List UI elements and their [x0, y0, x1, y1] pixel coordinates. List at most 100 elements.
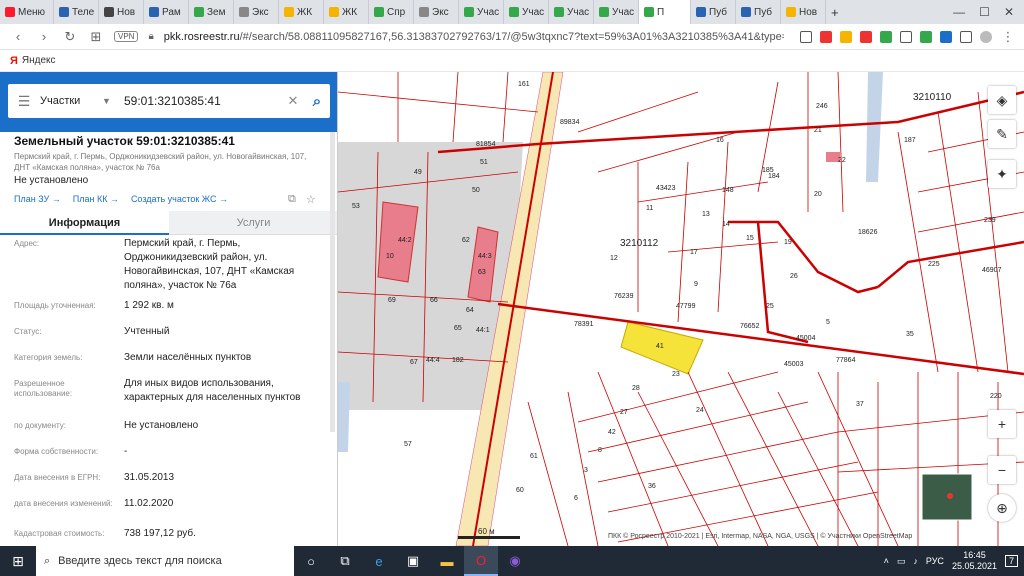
cube-icon[interactable] — [900, 30, 912, 43]
green-ext-icon-2[interactable] — [920, 30, 932, 43]
forward-icon[interactable]: › — [36, 29, 52, 44]
taskbar-search-input[interactable]: Введите здесь текст для поиска — [58, 555, 222, 567]
browser-tab[interactable]: ЖК — [279, 0, 324, 24]
browser-tab[interactable]: Пуб — [736, 0, 781, 24]
opera-icon[interactable]: O — [464, 546, 498, 576]
browser-tab[interactable]: Учас — [459, 0, 504, 24]
parcel-label: 44:4 — [426, 357, 440, 364]
parcel-label: 18626 — [858, 229, 878, 236]
tab-favicon-icon — [104, 7, 114, 17]
parcel-label: 246 — [816, 103, 828, 110]
browser-tab[interactable]: Учас — [549, 0, 594, 24]
red-ext-icon[interactable] — [860, 30, 872, 43]
browser-tab[interactable]: Учас — [504, 0, 549, 24]
clear-icon[interactable]: ✕ — [282, 93, 304, 109]
camera-icon[interactable] — [800, 30, 812, 43]
taskbar-search[interactable]: ⌕ Введите здесь текст для поиска — [36, 546, 294, 576]
star-ext-icon[interactable] — [840, 30, 852, 43]
water — [338, 382, 350, 452]
clock[interactable]: 16:45 25.05.2021 — [952, 550, 997, 572]
info-value: Не установлено — [124, 420, 199, 431]
plan-zu-link[interactable]: План ЗУ → — [14, 194, 61, 204]
maximize-icon[interactable]: ☐ — [979, 5, 990, 19]
ruler-icon[interactable]: ✎ — [988, 120, 1016, 148]
search-icon[interactable]: ⌕ — [304, 93, 330, 110]
tab-services[interactable]: Услуги — [169, 211, 337, 235]
cadastral-map[interactable]: 3210110 3210112 161 89834 81854 16 21 22… — [338, 72, 1024, 546]
zoom-out-button[interactable]: − — [988, 456, 1016, 484]
minimap[interactable] — [921, 473, 973, 521]
panel-scrollbar[interactable] — [330, 132, 335, 432]
star-icon[interactable]: ☆ — [306, 193, 316, 206]
search-input[interactable]: 59:01:3210385:41 — [124, 94, 282, 108]
browser-tab[interactable]: Нов — [781, 0, 826, 24]
tab-label: Рам — [162, 6, 181, 18]
parcel-label: 182 — [452, 357, 464, 364]
cortana-icon[interactable]: ○ — [294, 546, 328, 576]
minimize-icon[interactable]: — — [953, 5, 965, 19]
browser-tab[interactable]: Нов — [99, 0, 144, 24]
browser-tab[interactable]: ЖК — [324, 0, 369, 24]
browser-tab[interactable]: Экс — [234, 0, 279, 24]
volume-icon[interactable]: ♪ — [913, 556, 918, 566]
opera-ext-icon[interactable] — [820, 30, 832, 43]
apps-grid-icon[interactable]: ⊞ — [88, 29, 104, 45]
tab-label: Меню — [18, 6, 46, 18]
browser-tab[interactable]: Пуб — [691, 0, 736, 24]
browser-tab[interactable]: Учас — [594, 0, 639, 24]
vpn-badge[interactable]: VPN — [114, 31, 139, 42]
browser-tab[interactable]: Спр — [369, 0, 414, 24]
parcel-label: 42 — [608, 429, 616, 436]
info-value: Пермский край, г. Пермь, Орджоникидзевск… — [124, 238, 295, 291]
bookmark-yandex[interactable]: Яндекс — [22, 55, 56, 66]
download-icon[interactable] — [960, 30, 972, 43]
parcel-label: 89834 — [560, 119, 580, 126]
browser-tab[interactable]: Зем — [189, 0, 234, 24]
tab-label: Нов — [117, 6, 136, 18]
edge-icon[interactable]: e — [362, 546, 396, 576]
zoom-in-button[interactable]: + — [988, 410, 1016, 438]
notification-icon[interactable]: 7 — [1004, 555, 1018, 567]
browser-tab[interactable]: Экс — [414, 0, 459, 24]
browser-tab[interactable]: Теле — [54, 0, 99, 24]
water — [866, 72, 883, 182]
tab-favicon-icon — [741, 7, 751, 17]
store-icon[interactable]: ▣ — [396, 546, 430, 576]
compass-icon[interactable]: ⊕ — [988, 494, 1016, 522]
boundary-line — [877, 240, 1024, 288]
create-parcel-link[interactable]: Создать участок ЖС → — [131, 194, 228, 204]
info-value: Земли населённых пунктов — [124, 352, 252, 363]
url-field[interactable]: pkk.rosreestr.ru/#/search/58.08811095827… — [164, 31, 784, 43]
tab-information[interactable]: Информация — [0, 211, 169, 235]
viber-icon[interactable]: ◉ — [498, 546, 532, 576]
network-icon[interactable]: ▭ — [897, 556, 906, 567]
language-indicator[interactable]: РУС — [926, 556, 944, 566]
plan-kk-link[interactable]: План КК → — [73, 194, 119, 204]
windows-start-icon[interactable]: ⊞ — [0, 553, 36, 570]
parcel-label: 62 — [462, 237, 470, 244]
new-tab-button[interactable]: + — [826, 0, 848, 24]
tab-label: Учас — [522, 6, 545, 18]
map-canvas[interactable]: 3210110 3210112 161 89834 81854 16 21 22… — [338, 72, 1024, 546]
tray-up-icon[interactable]: ˄ — [884, 556, 889, 566]
layers-icon[interactable]: ◈ — [988, 86, 1016, 114]
search-type-select[interactable]: Участки — [40, 95, 102, 107]
chevron-down-icon[interactable]: ▼ — [102, 96, 124, 106]
task-view-icon[interactable]: ⧉ — [328, 546, 362, 576]
back-icon[interactable]: ‹ — [10, 29, 26, 44]
crosshair-icon[interactable]: ✦ — [988, 160, 1016, 188]
close-icon[interactable]: ✕ — [1004, 5, 1014, 19]
profile-avatar[interactable] — [980, 30, 992, 43]
menu-icon[interactable]: ⋮ — [1000, 29, 1016, 45]
reload-icon[interactable]: ↻ — [62, 29, 78, 45]
tab-label: ЖК — [342, 6, 358, 18]
lock-icon[interactable]: 🔒︎ — [148, 31, 153, 42]
browser-tab[interactable]: Меню — [0, 0, 54, 24]
blue-ext-icon[interactable] — [940, 30, 952, 43]
copy-icon[interactable]: ⧉ — [288, 193, 296, 206]
browser-tab[interactable]: П — [639, 0, 691, 24]
browser-tab[interactable]: Рам — [144, 0, 189, 24]
green-ext-icon[interactable] — [880, 30, 892, 43]
hamburger-icon[interactable]: ☰ — [8, 93, 40, 110]
folder-icon[interactable]: ▬ — [430, 546, 464, 576]
